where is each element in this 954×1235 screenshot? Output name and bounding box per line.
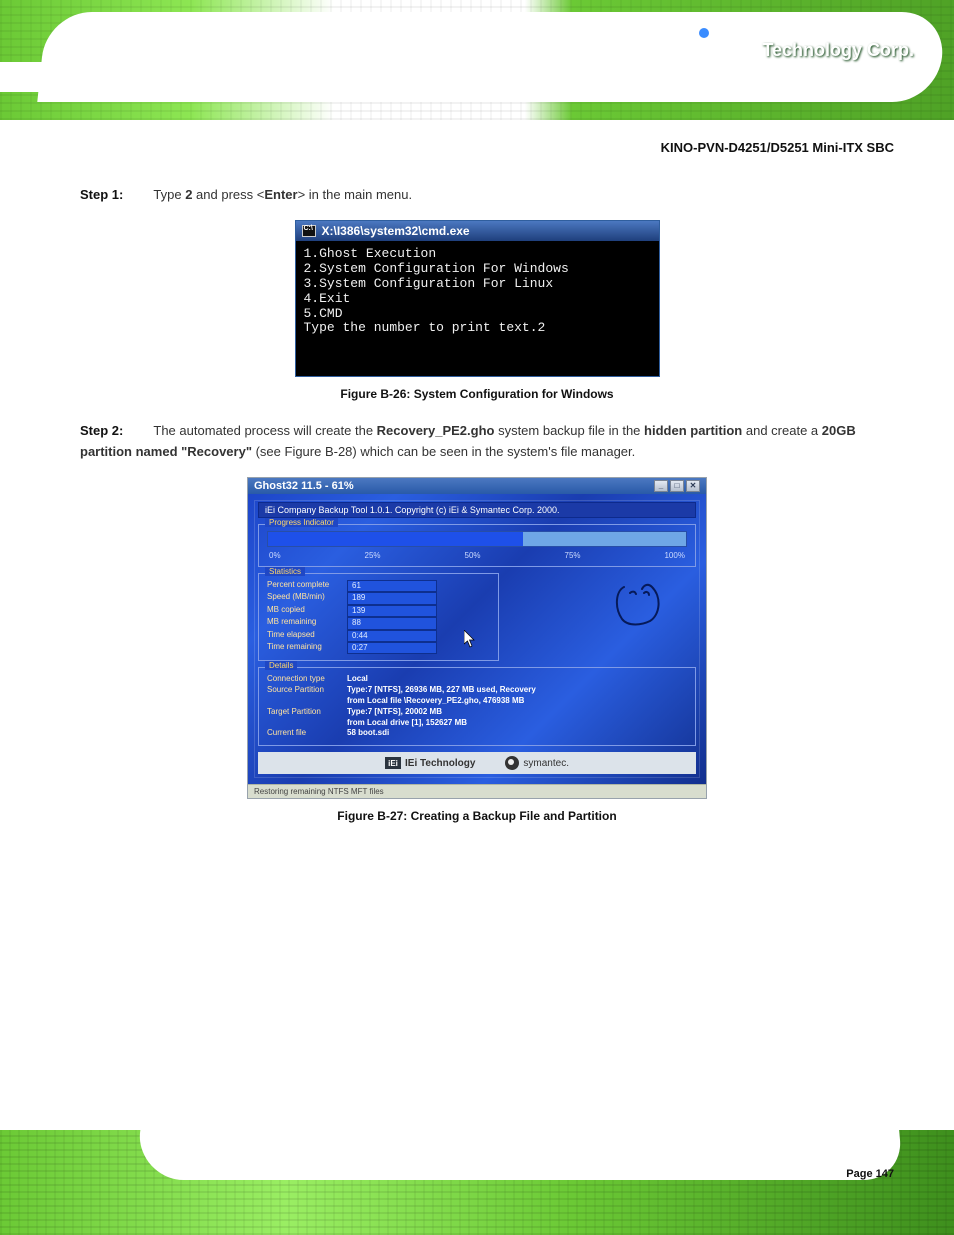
stat-lbl-4: Time elapsed — [267, 630, 347, 642]
maximize-icon[interactable]: □ — [670, 480, 684, 492]
ghost-banner: iEi Company Backup Tool 1.0.1. Copyright… — [258, 502, 696, 518]
stat-lbl-0: Percent complete — [267, 580, 347, 592]
cursor-icon — [464, 630, 476, 648]
stat-val-0: 61 — [347, 580, 437, 592]
ghost-titlebar: Ghost32 11.5 - 61% _ □ ✕ — [248, 478, 706, 494]
tick-0: 0% — [269, 551, 281, 560]
stat-lbl-2: MB copied — [267, 605, 347, 617]
step-1-number: Step 1: — [80, 185, 150, 206]
ghost-statusbar: Restoring remaining NTFS MFT files — [248, 784, 706, 798]
stats-legend: Statistics — [265, 567, 305, 576]
step-2-number: Step 2: — [80, 421, 150, 442]
step-1-text: Step 1: Type 2 and press <Enter> in the … — [80, 185, 874, 206]
ghost-logo-area — [507, 573, 696, 645]
d-lbl-3: Target Partition — [267, 707, 347, 718]
cmd-body: 1.Ghost Execution 2.System Configuration… — [296, 241, 659, 377]
company-logo: ® Technology Corp. — [677, 30, 914, 70]
cmd-line-3: 4.Exit — [304, 291, 351, 306]
progress-legend: Progress Indicator — [265, 518, 338, 527]
tick-25: 25% — [365, 551, 381, 560]
close-icon[interactable]: ✕ — [686, 480, 700, 492]
page-number: Page 147 — [846, 1168, 894, 1180]
d-lbl-0: Connection type — [267, 674, 347, 685]
cmd-line-4: 5.CMD — [304, 306, 343, 321]
s2b2: hidden partition — [644, 423, 742, 438]
d-val-4: from Local drive [1], 152627 MB — [347, 718, 467, 729]
stat-val-3: 88 — [347, 617, 437, 629]
stat-val-1: 189 — [347, 592, 437, 604]
progress-panel: Progress Indicator 0% 25% 50% 75% 100% — [258, 524, 696, 567]
step1-c: > in the main menu. — [298, 187, 413, 202]
tick-100: 100% — [664, 551, 684, 560]
figure-27-caption: Figure B-27: Creating a Backup File and … — [80, 809, 874, 823]
s2b1: Recovery_PE2.gho — [377, 423, 495, 438]
cmd-window: X:\I386\system32\cmd.exe 1.Ghost Executi… — [295, 220, 660, 378]
step-2-text: Step 2: The automated process will creat… — [80, 421, 874, 463]
ghost-footer-logos: iEiIEi Technology symantec. — [258, 752, 696, 774]
minimize-icon[interactable]: _ — [654, 480, 668, 492]
stat-val-5: 0:27 — [347, 642, 437, 654]
stat-lbl-5: Time remaining — [267, 642, 347, 654]
symantec-footer-logo: symantec. — [505, 756, 569, 770]
header-swoosh-2 — [0, 62, 680, 92]
s2p4: (see Figure B-28) which can be seen in t… — [252, 444, 635, 459]
d-val-5: 58 boot.sdi — [347, 728, 389, 739]
symantec-icon — [505, 756, 519, 770]
stat-val-4: 0:44 — [347, 630, 437, 642]
iei-logo-icon — [677, 30, 737, 70]
details-legend: Details — [265, 661, 297, 670]
tick-75: 75% — [565, 551, 581, 560]
cmd-line-5: Type the number to print text.2 — [304, 320, 546, 335]
cmd-line-0: 1.Ghost Execution — [304, 246, 437, 261]
ghost-window: Ghost32 11.5 - 61% _ □ ✕ iEi Company Bac… — [247, 477, 707, 799]
registered-mark: ® — [745, 43, 754, 57]
step1-b: and press < — [192, 187, 264, 202]
symantec-text: symantec. — [523, 758, 569, 769]
cmd-titlebar: X:\I386\system32\cmd.exe — [296, 221, 659, 241]
figure-26-caption: Figure B-26: System Configuration for Wi… — [80, 387, 874, 401]
progress-bar — [267, 531, 687, 547]
d-val-2: from Local file \Recovery_PE2.gho, 47693… — [347, 696, 524, 707]
d-val-3: Type:7 [NTFS], 20002 MB — [347, 707, 442, 718]
statistics-panel: Statistics Percent complete61 Speed (MB/… — [258, 573, 499, 661]
step1-a: Type — [153, 187, 185, 202]
stat-val-2: 139 — [347, 605, 437, 617]
s2p1: The automated process will create the — [153, 423, 376, 438]
window-controls: _ □ ✕ — [654, 480, 700, 492]
d-lbl-5: Current file — [267, 728, 347, 739]
s2p3: and create a — [742, 423, 822, 438]
step1-key: Enter — [264, 187, 297, 202]
ghost-title-text: Ghost32 11.5 - 61% — [254, 480, 354, 492]
d-lbl-1: Source Partition — [267, 685, 347, 696]
cmd-icon — [302, 225, 316, 237]
cmd-title-text: X:\I386\system32\cmd.exe — [322, 224, 470, 238]
details-panel: Details Connection typeLocal Source Part… — [258, 667, 696, 746]
d-val-0: Local — [347, 674, 368, 685]
footer-swoosh — [137, 1130, 904, 1180]
company-name: Technology Corp. — [762, 40, 914, 61]
page-footer-banner — [0, 1130, 954, 1235]
d-lbl-2 — [267, 696, 347, 707]
progress-fill — [268, 532, 523, 546]
ghost-client: iEi Company Backup Tool 1.0.1. Copyright… — [248, 494, 706, 784]
d-lbl-4 — [267, 718, 347, 729]
cmd-line-2: 3.System Configuration For Linux — [304, 276, 554, 291]
progress-ticks: 0% 25% 50% 75% 100% — [267, 551, 687, 560]
stat-lbl-3: MB remaining — [267, 617, 347, 629]
cmd-line-1: 2.System Configuration For Windows — [304, 261, 569, 276]
page-body: Step 1: Type 2 and press <Enter> in the … — [80, 130, 874, 841]
s2p2: system backup file in the — [494, 423, 644, 438]
ghost-icon — [610, 577, 666, 633]
iei-footer-logo: iEiIEi Technology — [385, 757, 475, 769]
page-header-banner: ® Technology Corp. — [0, 0, 954, 120]
d-val-1: Type:7 [NTFS], 26936 MB, 227 MB used, Re… — [347, 685, 536, 696]
tick-50: 50% — [465, 551, 481, 560]
stat-lbl-1: Speed (MB/min) — [267, 592, 347, 604]
iei-footer-text: IEi Technology — [405, 758, 475, 769]
